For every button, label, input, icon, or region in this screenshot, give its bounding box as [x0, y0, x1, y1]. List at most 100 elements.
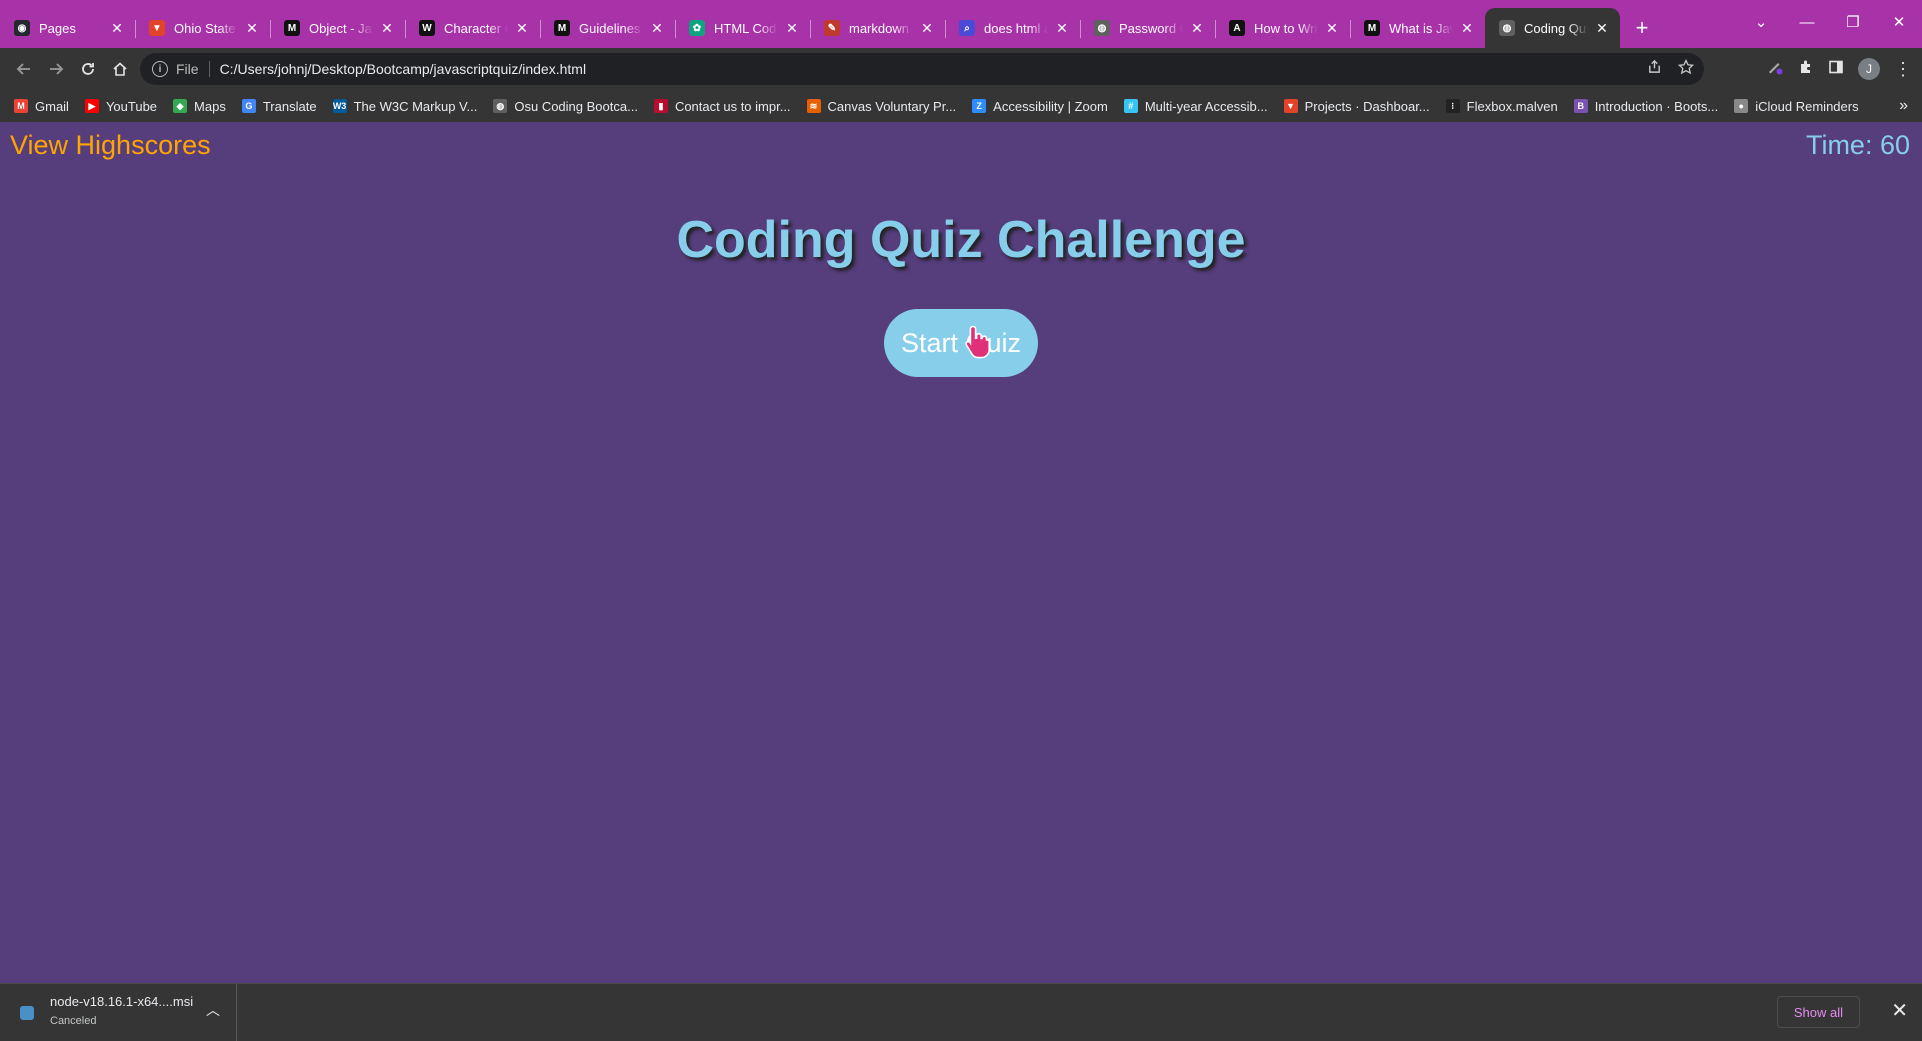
bookmark-star-icon[interactable] — [1677, 58, 1695, 80]
bookmark-item[interactable]: ▮ Contact us to impr... — [653, 98, 791, 114]
bookmark-item[interactable]: ◆ Maps — [173, 99, 226, 114]
bookmark-label: Maps — [194, 98, 226, 114]
close-tab-icon[interactable]: ✕ — [514, 20, 530, 36]
gmail-icon: M — [14, 99, 28, 113]
close-tab-icon[interactable]: ✕ — [784, 20, 800, 36]
bookmark-item[interactable]: Z Accessibility | Zoom — [972, 99, 1108, 114]
bookmark-label: Multi-year Accessib... — [1144, 98, 1268, 114]
bookmark-label: YouTube — [105, 98, 158, 114]
bookmark-item[interactable]: W3 The W3C Markup V... — [332, 98, 478, 114]
close-tab-icon[interactable]: ✕ — [1189, 20, 1205, 36]
tab-title: What is JavaScript — [1389, 20, 1453, 36]
close-tab-icon[interactable]: ✕ — [109, 20, 125, 36]
close-tab-icon[interactable]: ✕ — [1054, 20, 1070, 36]
chevron-up-icon[interactable]: ︿ — [206, 1000, 220, 1020]
new-tab-plus-icon[interactable]: + — [1626, 8, 1658, 48]
timer-display: Time: 60 — [1805, 130, 1910, 160]
minimize-icon[interactable]: — — [1784, 0, 1830, 44]
chatgpt-icon: ✿ — [689, 20, 705, 36]
browser-tab[interactable]: ✎ markdown - How ✕ — [810, 8, 945, 48]
browser-tab[interactable]: A How to Write ✕ — [1215, 8, 1350, 48]
start-quiz-button[interactable]: Start Quiz — [884, 309, 1038, 377]
hand-cursor-icon — [965, 325, 990, 359]
canvas-icon: ≋ — [806, 99, 821, 113]
close-tab-icon[interactable]: ✕ — [1324, 20, 1340, 36]
bookmark-item[interactable]: ▶ YouTube — [84, 98, 158, 114]
bookmark-label: iCloud Reminders — [1755, 98, 1859, 114]
tab-search-icon[interactable]: ⌄ — [1738, 0, 1784, 44]
tab-title: Pages — [39, 20, 76, 36]
close-tab-icon[interactable]: ✕ — [649, 20, 665, 36]
bookmark-label: The W3C Markup V... — [353, 98, 478, 114]
kebab-menu-icon[interactable]: ⋮ — [1894, 60, 1912, 78]
installer-file-icon — [20, 1006, 34, 1020]
restore-icon[interactable]: ❐ — [1830, 0, 1876, 44]
profile-avatar[interactable]: J — [1858, 58, 1880, 80]
browser-tab[interactable]: ▼ Ohio State University ✕ — [135, 8, 270, 48]
bookmark-item[interactable]: ▼ Projects · Dashboar... — [1283, 99, 1430, 114]
tab-title: Coding Quiz — [1524, 20, 1588, 36]
bookmark-item[interactable]: G Translate — [241, 99, 317, 114]
extensions-puzzle-icon[interactable] — [1798, 59, 1814, 80]
side-panel-icon[interactable] — [1828, 59, 1844, 80]
bookmarks-overflow-icon[interactable]: » — [1899, 90, 1908, 122]
apple-icon: ● — [1734, 99, 1749, 113]
bookmark-item[interactable]: B Introduction · Boots... — [1573, 99, 1718, 114]
maps-icon: ◆ — [173, 99, 188, 113]
pen-extension-icon[interactable] — [1766, 58, 1784, 81]
wordcounter-icon: W — [419, 20, 435, 36]
globe-icon: ◍ — [493, 99, 508, 113]
bookmark-label: Osu Coding Bootca... — [514, 98, 638, 114]
bookmarks-bar: M Gmail ▶ YouTube ◆ Maps G Translate W3 The W3C M… — [0, 90, 1922, 122]
close-tab-icon[interactable]: ✕ — [1459, 20, 1475, 36]
close-tab-icon[interactable]: ✕ — [919, 20, 935, 36]
browser-tab[interactable]: M Guidelines for ✕ — [540, 8, 675, 48]
bookmark-label: Contact us to impr... — [674, 98, 791, 114]
search-icon: ⌕ — [959, 20, 975, 36]
mdn-icon: M — [554, 20, 570, 36]
globe-icon: ◍ — [1499, 20, 1515, 36]
window-controls: ⌄ — ❐ ✕ — [1738, 0, 1922, 44]
bookmark-label: Flexbox.malven — [1466, 98, 1558, 114]
info-icon[interactable]: i — [152, 61, 168, 77]
browser-tab[interactable]: M Object - JavaScript ✕ — [270, 8, 405, 48]
close-download-bar-icon[interactable]: ✕ — [1891, 998, 1908, 1023]
mdn-icon: M — [284, 20, 300, 36]
forward-arrow-icon[interactable] — [40, 53, 72, 85]
browser-tab[interactable]: ◍ Coding Quiz ✕ — [1485, 8, 1620, 48]
bookmark-item[interactable]: ≋ Canvas Voluntary Pr... — [806, 99, 956, 114]
browser-tab[interactable]: W Character Count ✕ — [405, 8, 540, 48]
zoom-icon: Z — [972, 99, 987, 113]
close-tab-icon[interactable]: ✕ — [1594, 20, 1610, 36]
osu-icon: ▮ — [653, 99, 668, 113]
browser-tab[interactable]: ◉ Pages ✕ — [0, 8, 135, 48]
bookmark-item[interactable]: # Multi-year Accessib... — [1123, 98, 1268, 114]
address-bar[interactable]: i File C:/Users/johnj/Desktop/Bootcamp/j… — [140, 53, 1704, 85]
close-tab-icon[interactable]: ✕ — [379, 20, 395, 36]
bookmark-item[interactable]: ◍ Osu Coding Bootca... — [493, 99, 638, 114]
globe-icon: ◍ — [1094, 20, 1110, 36]
home-icon[interactable] — [104, 53, 136, 85]
show-all-downloads-button[interactable]: Show all — [1776, 996, 1860, 1028]
bookmark-item[interactable]: ● iCloud Reminders — [1734, 98, 1859, 114]
w3c-icon: W3 — [332, 99, 347, 113]
browser-tab[interactable]: ⌕ does html add ✕ — [945, 8, 1080, 48]
view-highscores-link[interactable]: View Highscores — [10, 122, 211, 168]
bootstrap-icon: B — [1573, 99, 1588, 113]
url-text[interactable]: C:/Users/johnj/Desktop/Bootcamp/javascri… — [220, 61, 587, 77]
download-item[interactable]: node-v18.16.1-x64....msi Canceled ︿ — [0, 984, 237, 1041]
tab-title: does html add — [984, 20, 1048, 36]
browser-tab[interactable]: ◍ Password Generator ✕ — [1080, 8, 1215, 48]
bookmark-item[interactable]: M Gmail — [14, 99, 69, 114]
tab-title: markdown - How — [849, 20, 913, 36]
close-tab-icon[interactable]: ✕ — [244, 20, 260, 36]
bookmark-label: Gmail — [35, 98, 69, 114]
gitlab-icon: ▼ — [149, 20, 165, 36]
browser-tab[interactable]: M What is JavaScript ✕ — [1350, 8, 1485, 48]
back-arrow-icon[interactable] — [8, 53, 40, 85]
reload-icon[interactable] — [72, 53, 104, 85]
browser-tab[interactable]: ✿ HTML Coding ✕ — [675, 8, 810, 48]
close-window-icon[interactable]: ✕ — [1876, 0, 1922, 44]
share-icon[interactable] — [1647, 59, 1662, 79]
bookmark-item[interactable]: ⁝ Flexbox.malven — [1445, 98, 1558, 114]
